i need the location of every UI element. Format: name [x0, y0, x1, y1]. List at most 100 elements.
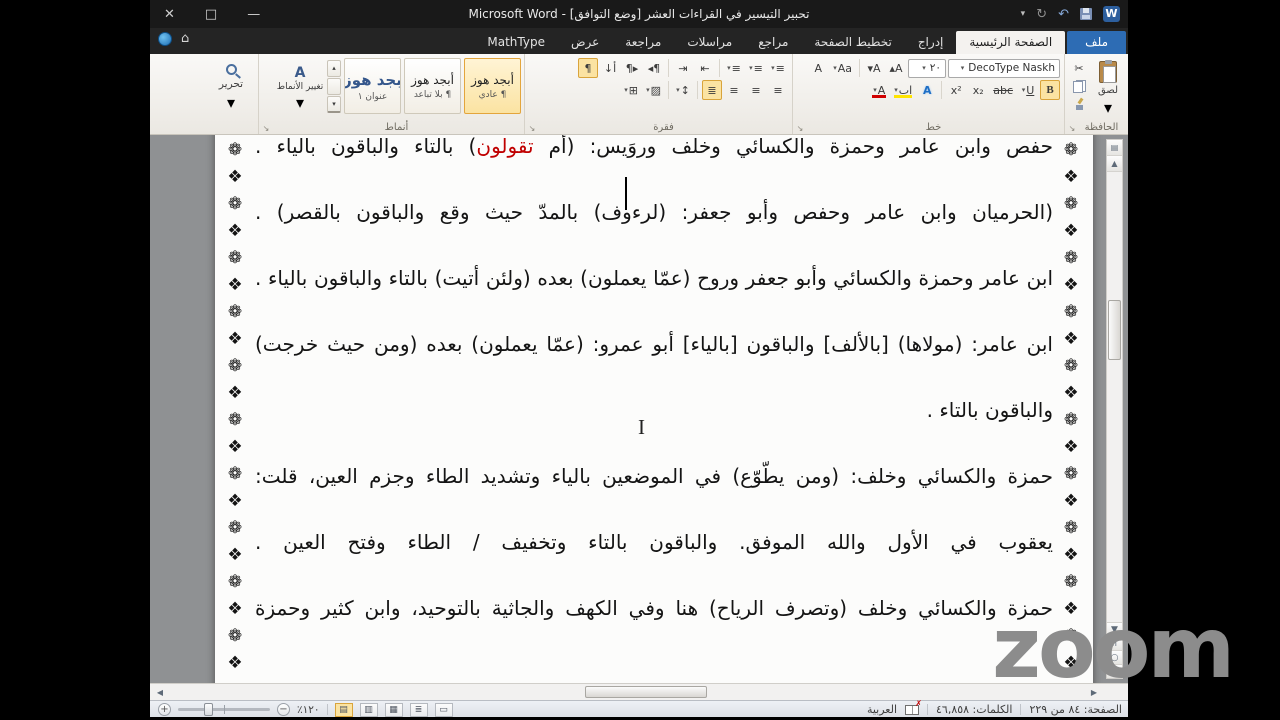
tab-view[interactable]: عرض	[558, 31, 612, 54]
font-color-button[interactable]: A ▾	[869, 80, 889, 100]
bullets-button[interactable]: ≡ ▾	[768, 58, 788, 78]
tab-home[interactable]: الصفحة الرئيسية	[956, 31, 1066, 54]
borders-button[interactable]: ⊞ ▾	[621, 80, 641, 100]
maximize-button[interactable]: □	[205, 7, 217, 22]
align-center-button[interactable]: ≡	[746, 80, 766, 100]
underline-dropdown-icon: ▾	[1021, 86, 1026, 94]
titlebar: ✕ □ — تحبير التيسير في القراءات العشر [و…	[150, 0, 1128, 28]
ltr-direction-button[interactable]: ▸¶	[622, 58, 642, 78]
document-page[interactable]: ❁ ❖ ❁ ❖ ❁ ❖ ❁ ❖ ❁ ❖ ❁ ❖ ❁ ❖ ❁ ❖ ❁ ❖ ❁ ❖ …	[215, 135, 1093, 683]
text-line[interactable]: حفص وابن عامر وحمزة والكسائي وخلف وروَيس…	[255, 135, 1053, 179]
numbering-button[interactable]: ≡ ▾	[746, 58, 766, 78]
style-heading-1[interactable]: بجد هوز عنوان ١	[344, 58, 401, 114]
superscript-button[interactable]: x²	[946, 80, 966, 100]
paste-dropdown-icon: ▾	[1103, 98, 1113, 117]
sort-button[interactable]: أ↓	[600, 58, 620, 78]
text-line[interactable]: ابن عامر وحمزة والكسائي وأبو جعفر وروح (…	[255, 245, 1053, 311]
format-painter-button[interactable]	[1069, 96, 1089, 113]
align-left-button[interactable]: ≡	[724, 80, 744, 100]
copy-button[interactable]	[1069, 78, 1089, 95]
text-line[interactable]: (الحرميان وابن عامر وحفص وأبو جعفر: (لرء…	[255, 179, 1053, 245]
text-line[interactable]: والباقون بالتاء .	[255, 377, 1053, 443]
subscript-button[interactable]: x₂	[968, 80, 988, 100]
decrease-indent-button[interactable]: ⇤	[695, 58, 715, 78]
minimize-button[interactable]: —	[247, 7, 260, 22]
save-icon[interactable]	[1080, 8, 1092, 20]
horizontal-scrollbar[interactable]: ◀ ▶	[150, 683, 1128, 700]
home-icon[interactable]: ⌂	[181, 32, 189, 46]
cut-button[interactable]: ✂	[1069, 60, 1089, 77]
fullscreen-reading-view-button[interactable]: ▥	[359, 702, 378, 717]
shading-button[interactable]: ▨ ▾	[643, 80, 664, 100]
shrink-font-button[interactable]: A▾	[864, 58, 884, 78]
style-no-spacing[interactable]: أبجد هوز ¶ بلا تباعد	[404, 58, 461, 114]
change-case-button[interactable]: Aa ▾	[830, 58, 855, 78]
proofing-error-icon[interactable]	[905, 699, 922, 715]
paste-button[interactable]: لصق ▾	[1091, 58, 1125, 117]
addin-circle-icon[interactable]	[158, 32, 172, 46]
scroll-left-button[interactable]: ◀	[152, 685, 168, 699]
bold-button[interactable]: B	[1040, 80, 1060, 100]
increase-indent-button[interactable]: ⇥	[673, 58, 693, 78]
editing-button[interactable]: تحرير ▾	[207, 56, 255, 112]
tab-review[interactable]: مراجعة	[612, 31, 674, 54]
vertical-scrollbar[interactable]: ▤ ▲ ▼ ⇈ ○ ⇊	[1106, 139, 1123, 679]
print-layout-view-button[interactable]: ▤	[334, 702, 353, 717]
text-effects-button[interactable]: A	[917, 80, 937, 100]
tab-mailings[interactable]: مراسلات	[674, 31, 745, 54]
clear-formatting-button[interactable]: A	[808, 58, 828, 78]
text-line[interactable]: ابن عامر: (مولاها) [بالألف] والباقون [با…	[255, 311, 1053, 377]
tab-references[interactable]: مراجع	[745, 31, 801, 54]
scroll-up-button[interactable]: ▲	[1107, 156, 1122, 172]
font-size-select[interactable]: ٢٠ ▾	[908, 58, 946, 78]
zoom-out-button[interactable]: −	[277, 703, 290, 716]
rtl-direction-button[interactable]: ¶◂	[644, 58, 664, 78]
web-layout-view-button[interactable]: ▦	[384, 702, 403, 717]
horizontal-scroll-thumb[interactable]	[585, 686, 707, 698]
font-name-select[interactable]: DecoType Naskh ▾	[948, 58, 1060, 78]
justify-button[interactable]: ≣	[702, 80, 722, 100]
undo-icon[interactable]: ↶	[1058, 7, 1069, 22]
zoom-percentage[interactable]: ٪١٢٠	[297, 704, 320, 716]
underline-button[interactable]: U ▾	[1018, 80, 1038, 100]
styles-gallery-up-button[interactable]: ▴	[327, 59, 341, 77]
change-styles-button[interactable]: A تغيير الأنماط ▾	[276, 61, 324, 112]
draft-view-button[interactable]: ▭	[434, 702, 453, 717]
styles-gallery-down-button[interactable]	[327, 77, 341, 95]
align-right-button[interactable]: ≡	[768, 80, 788, 100]
zoom-in-button[interactable]: +	[158, 703, 171, 716]
text-line[interactable]: يعقوب في الأول والله الموفق. والباقون با…	[255, 509, 1053, 575]
shading-dropdown-icon: ▾	[646, 86, 650, 94]
tab-insert[interactable]: إدراج	[905, 31, 957, 54]
multilevel-list-button[interactable]: ≡ ▾	[724, 58, 744, 78]
language-indicator[interactable]: العربية	[867, 703, 897, 716]
tab-page-layout[interactable]: تخطيط الصفحة	[801, 31, 904, 54]
text-line[interactable]: حمزة والكسائي وخلف (وتصرف الرياح) هنا وف…	[255, 575, 1053, 641]
qat-menu-icon[interactable]: ▾	[1021, 9, 1026, 19]
redo-icon[interactable]: ↻	[1036, 7, 1047, 22]
decrease-indent-icon: ⇤	[700, 61, 710, 75]
zoom-slider[interactable]	[178, 703, 270, 716]
tab-mathtype[interactable]: MathType	[474, 31, 558, 54]
ruler-toggle-button[interactable]: ▤	[1107, 140, 1122, 156]
show-formatting-marks-button[interactable]: ¶	[578, 58, 598, 78]
zoom-slider-thumb[interactable]	[204, 703, 213, 716]
strikethrough-button[interactable]: abc	[990, 80, 1016, 100]
close-button[interactable]: ✕	[164, 7, 175, 22]
text-highlight-button[interactable]: اب ▾	[891, 80, 915, 100]
style-preview: أبجد هوز	[471, 72, 514, 87]
vertical-scroll-thumb[interactable]	[1108, 300, 1121, 360]
styles-gallery-more-button[interactable]: ▾	[327, 95, 341, 113]
line-spacing-button[interactable]: ↕ ▾	[673, 80, 693, 100]
font-name-dropdown-icon: ▾	[960, 64, 965, 72]
grow-font-button[interactable]: A▴	[886, 58, 906, 78]
style-normal[interactable]: أبجد هوز ¶ عادي	[464, 58, 521, 114]
tab-file[interactable]: ملف	[1067, 31, 1126, 54]
word-count-indicator[interactable]: الكلمات: ٤٦,٨٥٨	[936, 703, 1012, 716]
page-number-indicator[interactable]: الصفحة: ٨٤ من ٢٢٩	[1029, 703, 1122, 716]
outline-view-button[interactable]: ≣	[409, 702, 428, 717]
mouse-ibeam-cursor: I	[638, 415, 645, 439]
vertical-scroll-track[interactable]	[1107, 172, 1122, 622]
text-line[interactable]: حمزة والكسائي وخلف: (ومن يطّوّع) في المو…	[255, 443, 1053, 509]
ornamental-border-right: ❁ ❖ ❁ ❖ ❁ ❖ ❁ ❖ ❁ ❖ ❁ ❖ ❁ ❖ ❁ ❖ ❁ ❖ ❁ ❖	[1063, 140, 1079, 673]
